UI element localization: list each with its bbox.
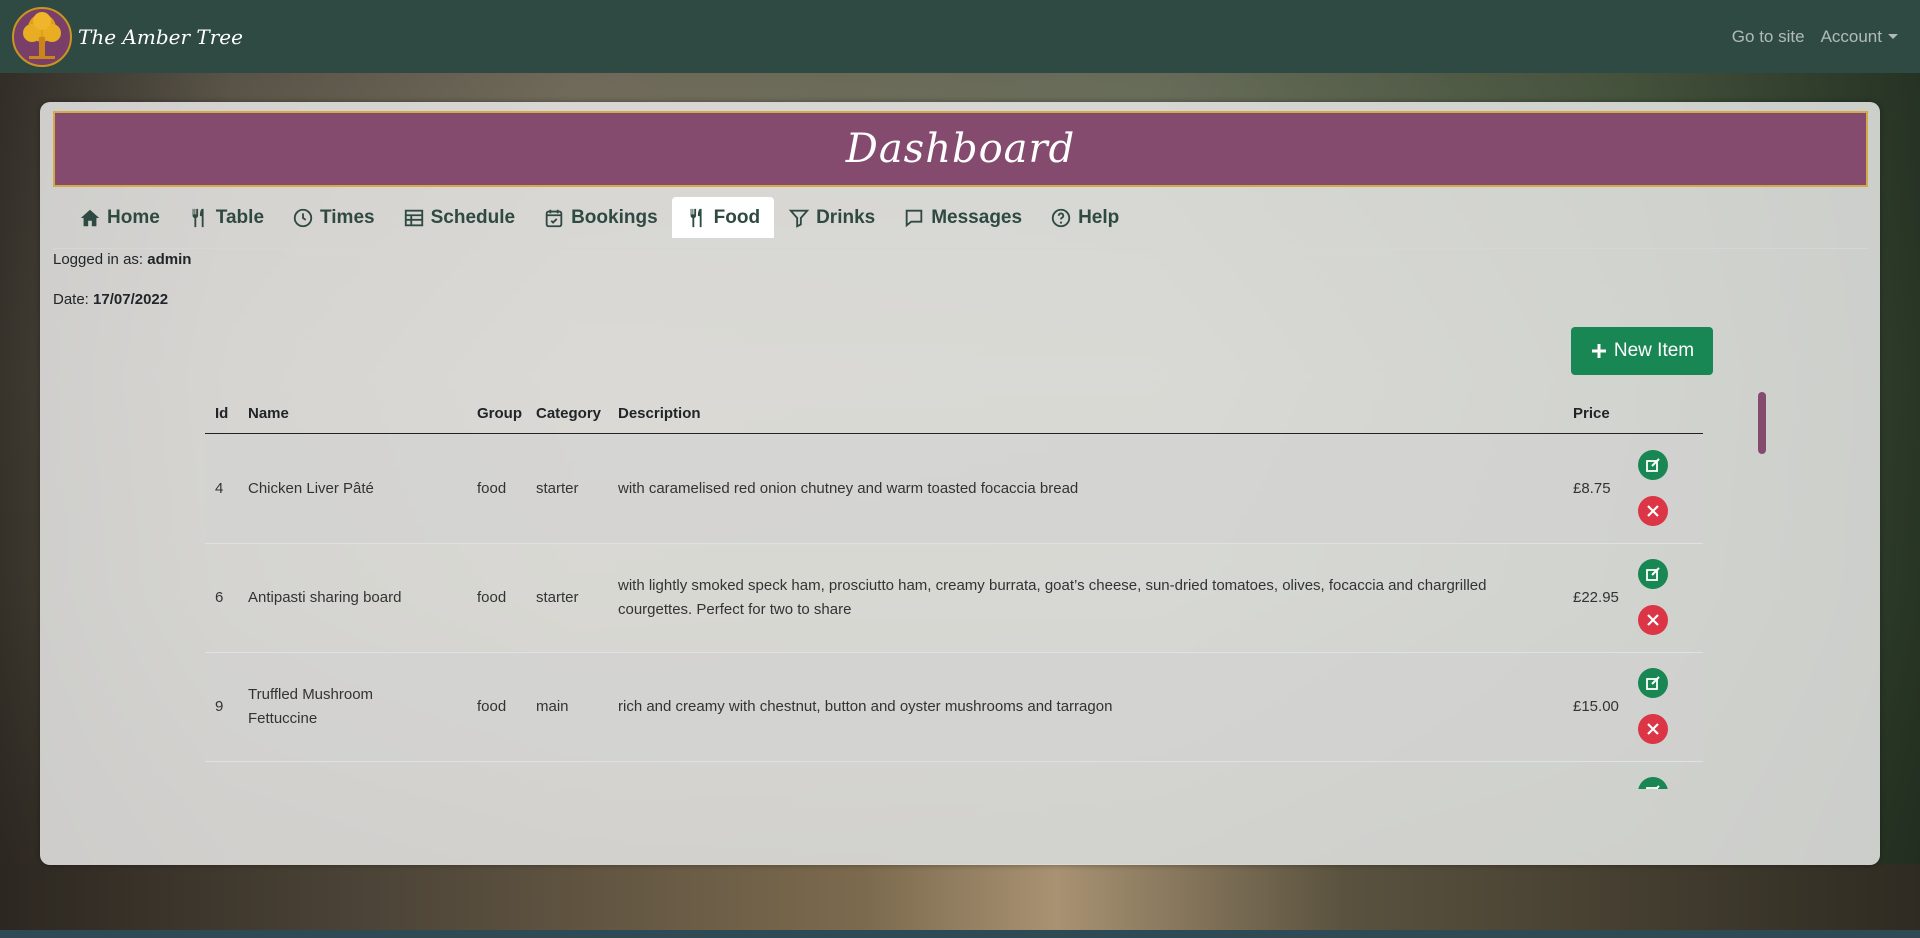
cell-group: food xyxy=(477,480,507,497)
brand-link[interactable]: The Amber Tree xyxy=(12,6,243,67)
cell-name: Antipasti sharing board xyxy=(248,589,402,606)
cell-price: £15.00 xyxy=(1573,698,1619,715)
edit-button[interactable] xyxy=(1638,559,1668,589)
tab-label: Messages xyxy=(931,206,1023,228)
account-dropdown[interactable]: Account xyxy=(1821,27,1898,47)
header-description: Description xyxy=(618,405,701,422)
delete-button[interactable] xyxy=(1638,605,1668,635)
table-scrollbar[interactable] xyxy=(1758,392,1766,454)
background-footer-strip xyxy=(0,930,1920,938)
close-icon xyxy=(1647,614,1659,626)
header-category: Category xyxy=(536,405,602,422)
plus-icon xyxy=(1591,344,1606,358)
logged-in-label: Logged in as: xyxy=(53,251,144,268)
tab-help[interactable]: Help xyxy=(1036,197,1133,238)
utensils-icon xyxy=(690,208,702,227)
go-to-site-link[interactable]: Go to site xyxy=(1732,27,1805,47)
edit-icon xyxy=(1646,676,1660,690)
new-item-label: New Item xyxy=(1613,340,1695,361)
account-label: Account xyxy=(1820,26,1882,46)
tab-label: Help xyxy=(1078,206,1120,228)
username: admin xyxy=(147,251,192,268)
cell-name: Chicken Liver Pâté xyxy=(248,480,374,497)
tab-label: Times xyxy=(320,206,375,228)
filter-icon xyxy=(788,209,810,228)
brand-name: The Amber Tree xyxy=(78,24,243,49)
cell-price: £8.75 xyxy=(1573,480,1611,497)
table-icon xyxy=(404,209,423,226)
question-icon xyxy=(1051,208,1071,227)
edit-button[interactable] xyxy=(1638,777,1668,789)
edit-icon xyxy=(1646,785,1660,789)
edit-button[interactable] xyxy=(1638,450,1668,480)
cell-id: 6 xyxy=(215,589,224,606)
calendar-check-icon xyxy=(545,209,563,227)
background-street xyxy=(0,864,1920,934)
table-row: 9 Truffled Mushroom Fettuccine food main… xyxy=(205,653,1703,762)
clock-icon xyxy=(293,208,313,227)
tab-bookings[interactable]: Bookings xyxy=(529,197,672,238)
table-row: 4 Chicken Liver Pâté food starter with c… xyxy=(205,435,1703,544)
tab-label: Drinks xyxy=(816,206,876,228)
dashboard-header: Dashboard xyxy=(53,111,1868,187)
tab-label: Table xyxy=(215,206,265,228)
chevron-down-icon xyxy=(1888,34,1898,39)
table-row: 6 Antipasti sharing board food starter w… xyxy=(205,544,1703,653)
header-id: Id xyxy=(215,405,229,422)
tab-schedule[interactable]: Schedule xyxy=(389,197,529,238)
header-name: Name xyxy=(248,405,289,422)
cell-price: £22.95 xyxy=(1573,589,1619,606)
table-row xyxy=(205,762,1703,789)
delete-button[interactable] xyxy=(1638,496,1668,526)
chat-icon xyxy=(905,209,923,227)
tab-label: Home xyxy=(107,206,160,228)
edit-button[interactable] xyxy=(1638,668,1668,698)
cell-description: with caramelised red onion chutney and w… xyxy=(618,480,1079,497)
tab-drinks[interactable]: Drinks xyxy=(774,197,889,238)
tab-label: Schedule xyxy=(430,206,516,228)
date-label: Date: xyxy=(53,291,89,308)
cell-category: main xyxy=(536,698,569,715)
food-table: Id Name Group Category Description Price… xyxy=(205,394,1725,789)
tab-label: Food xyxy=(713,206,761,228)
header-group: Group xyxy=(477,405,522,422)
edit-icon xyxy=(1646,567,1660,581)
tab-table[interactable]: Table xyxy=(174,197,278,238)
tree-logo-icon xyxy=(12,6,72,67)
cell-id: 9 xyxy=(215,698,224,715)
cell-category: starter xyxy=(536,480,579,497)
cell-description: rich and creamy with chestnut, button an… xyxy=(618,698,1113,715)
cell-description: with lightly smoked speck ham, prosciutt… xyxy=(618,577,1487,618)
top-navbar: The Amber Tree Go to site Account xyxy=(0,0,1920,73)
header-price: Price xyxy=(1573,405,1610,422)
cell-group: food xyxy=(477,589,507,606)
logged-in-info: Logged in as: admin xyxy=(53,251,191,268)
delete-button[interactable] xyxy=(1638,714,1668,744)
tab-home[interactable]: Home xyxy=(65,197,174,238)
cell-group: food xyxy=(477,698,507,715)
table-header: Id Name Group Category Description Price xyxy=(205,394,1703,434)
utensils-icon xyxy=(192,208,204,227)
current-date: 17/07/2022 xyxy=(93,291,169,308)
cell-category: starter xyxy=(536,589,579,606)
date-info: Date: 17/07/2022 xyxy=(53,291,168,308)
cell-name: Truffled Mushroom Fettuccine xyxy=(248,686,374,727)
tab-messages[interactable]: Messages xyxy=(889,197,1036,238)
new-item-button[interactable]: New Item xyxy=(1571,327,1713,375)
close-icon xyxy=(1647,723,1659,735)
edit-icon xyxy=(1646,458,1660,472)
dashboard-panel: Dashboard Home Table Times Schedule Book… xyxy=(40,102,1880,865)
tab-label: Bookings xyxy=(571,206,658,228)
tab-food[interactable]: Food xyxy=(671,197,775,238)
page-title: Dashboard xyxy=(845,126,1076,172)
cell-id: 4 xyxy=(215,480,224,497)
dashboard-tabs: Home Table Times Schedule Bookings Food … xyxy=(53,195,1868,249)
close-icon xyxy=(1647,505,1659,517)
tab-times[interactable]: Times xyxy=(278,197,389,238)
home-icon xyxy=(80,209,100,226)
